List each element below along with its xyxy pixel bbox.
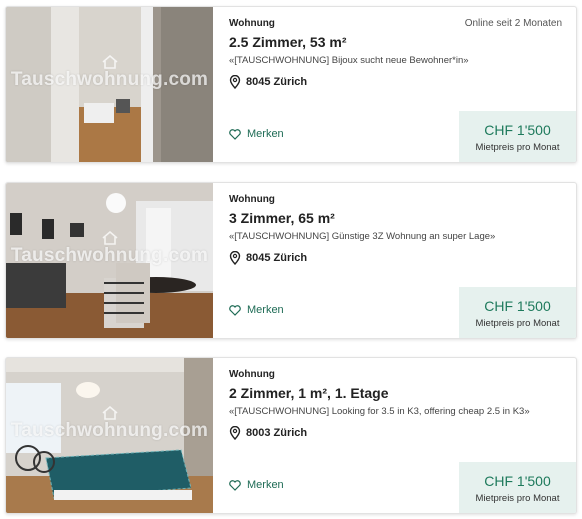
map-pin-icon [229, 251, 241, 265]
listing-card[interactable]: Tauschwohnung.com Wohnung 2 Zimmer, 1 m²… [5, 357, 577, 514]
heart-outline-icon [229, 128, 241, 140]
listing-list: Tauschwohnung.com Wohnung Online seit 2 … [0, 0, 582, 519]
listing-type: Wohnung [229, 369, 275, 380]
watermark-house-icon [102, 406, 118, 420]
watermark-house-icon [102, 231, 118, 245]
listing-type: Wohnung [229, 194, 275, 205]
photo-watermark: Tauschwohnung.com [10, 69, 209, 90]
listing-description: «[TAUSCHWOHNUNG] Bijoux sucht neue Bewoh… [229, 55, 469, 66]
price-label: Mietpreis pro Monat [475, 493, 560, 504]
save-label: Merken [247, 304, 284, 316]
price-label: Mietpreis pro Monat [475, 142, 560, 153]
price: CHF 1'500 [484, 298, 551, 314]
listing-card[interactable]: Tauschwohnung.com Wohnung 3 Zimmer, 65 m… [5, 182, 577, 339]
map-pin-icon [229, 75, 241, 89]
watermark-house-icon [102, 55, 118, 69]
price-label: Mietpreis pro Monat [475, 318, 560, 329]
save-label: Merken [247, 479, 284, 491]
listing-description: «[TAUSCHWOHNUNG] Looking for 3.5 in K3, … [229, 406, 530, 417]
location-text: 8045 Zürich [246, 76, 308, 88]
save-button[interactable]: Merken [229, 304, 284, 316]
save-button[interactable]: Merken [229, 479, 284, 491]
heart-outline-icon [229, 479, 241, 491]
location-text: 8003 Zürich [246, 427, 308, 439]
listing-info: Wohnung Online seit 2 Monaten 2.5 Zimmer… [213, 7, 576, 162]
listing-photo[interactable]: Tauschwohnung.com [6, 183, 213, 338]
listing-type: Wohnung [229, 18, 275, 29]
listing-description: «[TAUSCHWOHNUNG] Günstige 3Z Wohnung an … [229, 231, 496, 242]
listing-card[interactable]: Tauschwohnung.com Wohnung Online seit 2 … [5, 6, 577, 163]
listing-info: Wohnung 2 Zimmer, 1 m², 1. Etage «[TAUSC… [213, 358, 576, 513]
listing-photo[interactable]: Tauschwohnung.com [6, 7, 213, 162]
listing-photo[interactable]: Tauschwohnung.com [6, 358, 213, 513]
price-box: CHF 1'500 Mietpreis pro Monat [459, 287, 576, 338]
listing-location: 8045 Zürich [229, 75, 307, 89]
listing-location: 8045 Zürich [229, 251, 307, 265]
listing-title[interactable]: 2.5 Zimmer, 53 m² [229, 34, 347, 50]
online-since: Online seit 2 Monaten [464, 18, 562, 29]
price: CHF 1'500 [484, 473, 551, 489]
heart-outline-icon [229, 304, 241, 316]
photo-watermark: Tauschwohnung.com [10, 420, 209, 441]
save-label: Merken [247, 128, 284, 140]
location-text: 8045 Zürich [246, 252, 308, 264]
listing-title[interactable]: 3 Zimmer, 65 m² [229, 210, 335, 226]
price-box: CHF 1'500 Mietpreis pro Monat [459, 111, 576, 162]
listing-title[interactable]: 2 Zimmer, 1 m², 1. Etage [229, 385, 389, 401]
listing-location: 8003 Zürich [229, 426, 307, 440]
photo-watermark: Tauschwohnung.com [10, 245, 209, 266]
save-button[interactable]: Merken [229, 128, 284, 140]
price-box: CHF 1'500 Mietpreis pro Monat [459, 462, 576, 513]
listing-info: Wohnung 3 Zimmer, 65 m² «[TAUSCHWOHNUNG]… [213, 183, 576, 338]
price: CHF 1'500 [484, 122, 551, 138]
map-pin-icon [229, 426, 241, 440]
